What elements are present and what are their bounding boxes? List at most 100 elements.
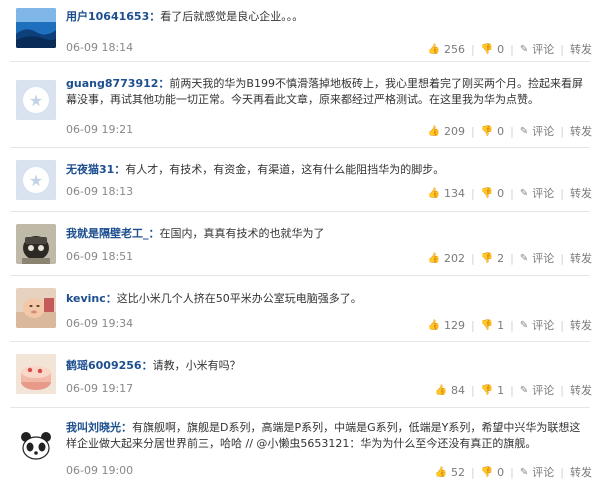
comment-icon: ✎ [519,466,529,478]
reply-link[interactable]: 评论 [532,41,554,57]
comment-actions: 👍 52 | 👎 0 | ✎ 评论 | 转发 [434,464,592,480]
comment-body: 我叫刘晓光：有旗舰啊，旗舰是D系列，高端是P系列，中端是G系列，低端是Y系列，希… [66,420,588,452]
comment-text: 在国内，真真有技术的也就华为了 [159,227,325,240]
repost-link[interactable]: 转发 [570,317,592,333]
avatar[interactable] [16,224,56,264]
comment-time: 06-09 18:13 [66,185,134,198]
comment-item: kevinc：这比小米几个人挤在50平米办公室玩电脑强多了。 06-09 19:… [0,276,600,342]
comment-text: 这比小米几个人挤在50平米办公室玩电脑强多了。 [116,292,362,305]
svg-text:★: ★ [29,171,43,190]
comment-username[interactable]: 用户10641653： [66,10,160,23]
comment-item: 用户10641653：看了后就感觉是良心企业。。。 06-09 18:14 👍 2… [0,0,600,62]
reply-link[interactable]: 评论 [532,464,554,480]
comment-time: 06-09 19:00 [66,464,134,477]
landscape-avatar-icon [16,8,56,48]
like-count: 202 [444,251,465,265]
like-count: 129 [444,318,465,332]
comment-time: 06-09 19:17 [66,382,134,395]
comment-body: kevinc：这比小米几个人挤在50平米办公室玩电脑强多了。 [66,291,588,307]
default-avatar-icon: ★ [16,160,56,200]
comment-body: 我就是隔壁老工_：在国内，真真有技术的也就华为了 [66,226,588,242]
cake-photo-avatar-icon [16,354,56,394]
dislike-count: 0 [497,124,505,138]
reply-link[interactable]: 评论 [532,250,554,266]
reply-link[interactable]: 评论 [532,317,554,333]
comment-item: ★ guang8773912：前两天我的华为B199不慎滑落掉地板砖上，我心里想… [0,62,600,148]
thumbs-down-icon[interactable]: 👎 [481,44,493,55]
avatar[interactable] [16,8,56,48]
dislike-count: 1 [497,383,505,397]
thumbs-up-icon[interactable]: 👍 [428,253,440,264]
thumbs-up-icon[interactable]: 👍 [428,188,440,199]
default-avatar-icon: ★ [16,80,56,120]
avatar[interactable] [16,288,56,328]
comment-username[interactable]: 鹤瑶6009256： [66,359,153,372]
repost-link[interactable]: 转发 [570,185,592,201]
dislike-count: 2 [497,251,505,265]
thumbs-down-icon[interactable]: 👎 [481,467,493,478]
like-count: 84 [451,383,465,397]
like-count: 256 [444,42,465,56]
thumbs-down-icon[interactable]: 👎 [481,188,493,199]
avatar[interactable] [16,426,56,466]
character-avatar-icon [16,224,56,264]
dislike-count: 1 [497,318,505,332]
thumbs-up-icon[interactable]: 👍 [435,467,447,478]
repost-link[interactable]: 转发 [570,123,592,139]
avatar[interactable] [16,354,56,394]
comment-item: 鹤瑶6009256：请教，小米有吗？ 06-09 19:17 👍 84 | 👎 1 … [0,342,600,408]
reply-link[interactable]: 评论 [532,123,554,139]
thumbs-up-icon[interactable]: 👍 [435,385,447,396]
comment-actions: 👍 129 | 👎 1 | ✎ 评论 | 转发 [427,317,592,333]
thumbs-down-icon[interactable]: 👎 [481,126,493,137]
thumbs-up-icon[interactable]: 👍 [428,44,440,55]
comment-body: 无夜猫31：有人才，有技术，有资金，有渠道，这有什么能阻挡华为的脚步。 [66,162,588,178]
reply-link[interactable]: 评论 [532,185,554,201]
comment-icon: ✎ [519,43,529,55]
comment-actions: 👍 134 | 👎 0 | ✎ 评论 | 转发 [427,185,592,201]
comment-time: 06-09 19:21 [66,123,134,136]
comment-body: 鹤瑶6009256：请教，小米有吗？ [66,358,588,374]
baby-photo-avatar-icon [16,288,56,328]
comment-icon: ✎ [519,187,529,199]
comment-time: 06-09 18:51 [66,250,134,263]
comment-icon: ✎ [519,125,529,137]
comment-item: 我就是隔壁老工_：在国内，真真有技术的也就华为了 06-09 18:51 👍 20… [0,212,600,276]
comment-time: 06-09 18:14 [66,41,134,54]
svg-text:★: ★ [29,91,43,110]
comment-actions: 👍 84 | 👎 1 | ✎ 评论 | 转发 [434,382,592,398]
repost-link[interactable]: 转发 [570,41,592,57]
panda-avatar-icon [16,426,56,466]
repost-link[interactable]: 转发 [570,464,592,480]
thumbs-down-icon[interactable]: 👎 [481,320,493,331]
like-count: 52 [451,465,465,479]
dislike-count: 0 [497,465,505,479]
comment-icon: ✎ [519,319,529,331]
repost-link[interactable]: 转发 [570,382,592,398]
avatar[interactable]: ★ [16,80,56,120]
comment-username[interactable]: 无夜猫31： [66,163,125,176]
comment-body: 用户10641653：看了后就感觉是良心企业。。。 [66,9,588,25]
like-count: 134 [444,186,465,200]
comment-text: 请教，小米有吗？ [152,359,241,372]
comment-body: guang8773912：前两天我的华为B199不慎滑落掉地板砖上，我心里想着完… [66,76,588,108]
thumbs-up-icon[interactable]: 👍 [428,320,440,331]
comment-actions: 👍 202 | 👎 2 | ✎ 评论 | 转发 [427,250,592,266]
reply-link[interactable]: 评论 [532,382,554,398]
comment-item: ★ 无夜猫31：有人才，有技术，有资金，有渠道，这有什么能阻挡华为的脚步。 06… [0,148,600,212]
comment-username[interactable]: guang8773912： [66,77,169,90]
comment-username[interactable]: kevinc： [66,292,117,305]
comment-username[interactable]: 我就是隔壁老工_： [66,227,160,240]
comment-icon: ✎ [519,252,529,264]
comment-text: 看了后就感觉是良心企业。。。 [160,10,304,23]
dislike-count: 0 [497,186,505,200]
comment-username[interactable]: 我叫刘晓光： [66,421,132,434]
thumbs-down-icon[interactable]: 👎 [481,385,493,396]
comment-icon: ✎ [519,384,529,396]
comment-time: 06-09 19:34 [66,317,134,330]
avatar[interactable]: ★ [16,160,56,200]
repost-link[interactable]: 转发 [570,250,592,266]
thumbs-up-icon[interactable]: 👍 [428,126,440,137]
thumbs-down-icon[interactable]: 👎 [481,253,493,264]
comment-list: 用户10641653：看了后就感觉是良心企业。。。 06-09 18:14 👍 2… [0,0,600,481]
